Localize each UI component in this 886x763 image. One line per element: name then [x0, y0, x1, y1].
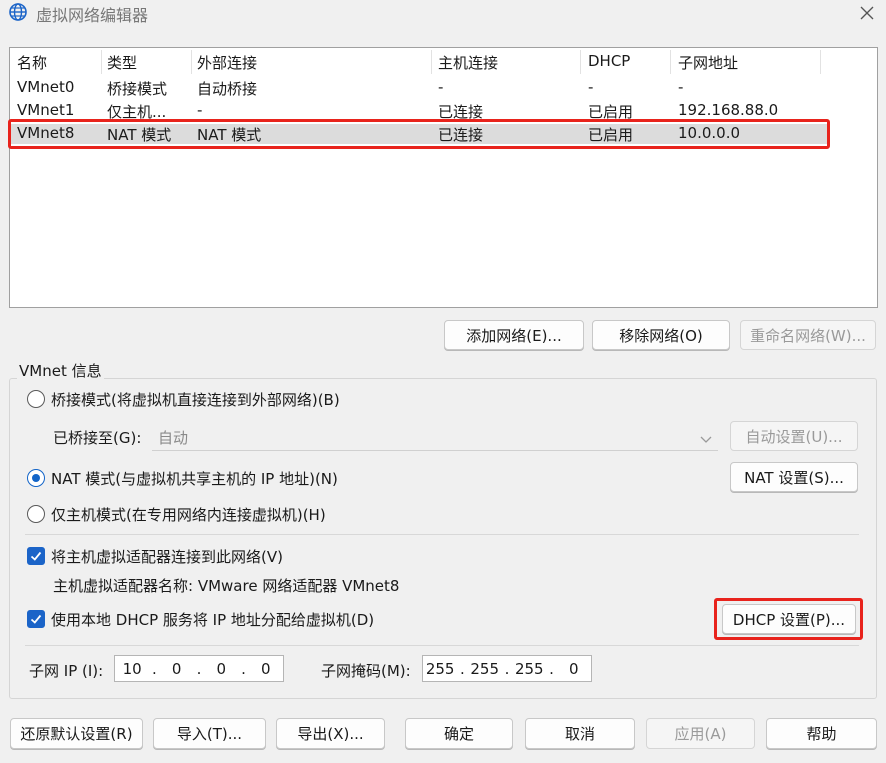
column-header-name[interactable]: 名称 [17, 52, 47, 73]
column-header-subnet[interactable]: 子网地址 [678, 52, 738, 73]
column-header-dhcp[interactable]: DHCP [588, 52, 630, 70]
export-button[interactable]: 导出(X)... [276, 718, 385, 749]
host-only-mode-radio[interactable] [27, 505, 45, 523]
ip-dot: . [196, 659, 202, 678]
cell-host: - [438, 78, 444, 96]
host-only-mode-label[interactable]: 仅主机模式(在专用网络内连接虚拟机)(H) [51, 504, 326, 525]
divider [25, 534, 859, 535]
cell-dhcp: - [588, 78, 594, 96]
subnet-ip-field[interactable]: 10. 0. 0. 0 [114, 655, 284, 682]
connect-adapter-checkbox[interactable] [27, 547, 45, 565]
mask-octet[interactable]: 255 [469, 660, 501, 678]
title-bar: 虚拟网络编辑器 [0, 0, 886, 26]
use-dhcp-checkbox[interactable] [27, 610, 45, 628]
apply-button[interactable]: 应用(A) [646, 718, 755, 749]
ip-dot: . [152, 659, 157, 678]
check-icon [30, 551, 42, 561]
nat-mode-label[interactable]: NAT 模式(与虚拟机共享主机的 IP 地址)(N) [51, 468, 338, 489]
column-separator[interactable] [670, 50, 671, 74]
ip-octet[interactable]: 0 [250, 660, 282, 678]
cancel-button[interactable]: 取消 [525, 718, 635, 749]
subnet-mask-field[interactable]: 255. 255. 255. 0 [422, 655, 592, 682]
mask-dot: . [460, 659, 465, 678]
table-row[interactable]: VMnet1 仅主机... - 已连接 已启用 192.168.88.0 [10, 101, 828, 121]
mask-dot: . [549, 659, 554, 678]
highlight-annotation-dhcp [714, 598, 863, 640]
cell-subnet: 192.168.88.0 [678, 101, 779, 119]
import-button[interactable]: 导入(T)... [153, 718, 266, 749]
mask-octet[interactable]: 255 [513, 660, 545, 678]
column-separator[interactable] [191, 50, 192, 74]
bridged-to-label: 已桥接至(G): [53, 429, 142, 447]
table-row[interactable]: VMnet0 桥接模式 自动桥接 - - - [10, 78, 828, 98]
ip-octet[interactable]: 10 [116, 660, 148, 678]
use-dhcp-label[interactable]: 使用本地 DHCP 服务将 IP 地址分配给虚拟机(D) [51, 609, 374, 630]
column-separator[interactable] [580, 50, 581, 74]
cell-external: - [197, 101, 203, 119]
ip-octet[interactable]: 0 [161, 660, 193, 678]
column-header-host[interactable]: 主机连接 [438, 52, 498, 73]
column-separator[interactable] [820, 50, 821, 74]
connect-adapter-label[interactable]: 将主机虚拟适配器连接到此网络(V) [51, 546, 283, 567]
ip-octet[interactable]: 0 [205, 660, 237, 678]
adapter-name-text: 主机虚拟适配器名称: VMware 网络适配器 VMnet8 [53, 577, 400, 595]
auto-settings-button[interactable]: 自动设置(U)... [730, 421, 858, 451]
divider [25, 645, 859, 646]
check-icon [30, 614, 42, 624]
cell-type: 桥接模式 [107, 80, 168, 98]
nat-settings-button[interactable]: NAT 设置(S)... [730, 462, 858, 492]
mask-dot: . [504, 659, 510, 678]
subnet-ip-label: 子网 IP (I): [29, 662, 104, 680]
nat-mode-radio[interactable] [27, 469, 45, 487]
ok-button[interactable]: 确定 [405, 718, 513, 749]
cell-external: 自动桥接 [197, 80, 258, 98]
rename-network-button[interactable]: 重命名网络(W)... [740, 320, 876, 350]
column-header-type[interactable]: 类型 [107, 52, 137, 73]
window-title: 虚拟网络编辑器 [36, 6, 149, 25]
network-list[interactable]: 名称 类型 外部连接 主机连接 DHCP 子网地址 VMnet0 桥接模式 自动… [9, 47, 878, 308]
help-button[interactable]: 帮助 [766, 718, 877, 749]
add-network-button[interactable]: 添加网络(E)... [444, 320, 584, 350]
column-separator[interactable] [431, 50, 432, 74]
globe-icon [8, 2, 28, 22]
chevron-down-icon [700, 431, 712, 449]
column-header-external[interactable]: 外部连接 [197, 52, 257, 73]
cell-name: VMnet1 [17, 101, 75, 119]
bridged-mode-radio[interactable] [27, 390, 45, 408]
subnet-mask-label: 子网掩码(M): [321, 662, 411, 680]
bridged-to-select[interactable]: 自动 [152, 423, 718, 451]
remove-network-button[interactable]: 移除网络(O) [592, 320, 730, 350]
bridged-to-value: 自动 [158, 429, 189, 447]
mask-octet[interactable]: 255 [424, 660, 456, 678]
bridged-mode-label[interactable]: 桥接模式(将虚拟机直接连接到外部网络)(B) [51, 389, 340, 410]
column-separator[interactable] [101, 50, 102, 74]
cell-subnet: - [678, 78, 684, 96]
close-icon[interactable] [852, 0, 882, 26]
vmnet-info-title: VMnet 信息 [17, 360, 104, 381]
cell-name: VMnet0 [17, 78, 75, 96]
restore-defaults-button[interactable]: 还原默认设置(R) [10, 718, 143, 749]
highlight-annotation-row [8, 119, 830, 149]
mask-octet[interactable]: 0 [558, 660, 590, 678]
ip-dot: . [241, 659, 246, 678]
